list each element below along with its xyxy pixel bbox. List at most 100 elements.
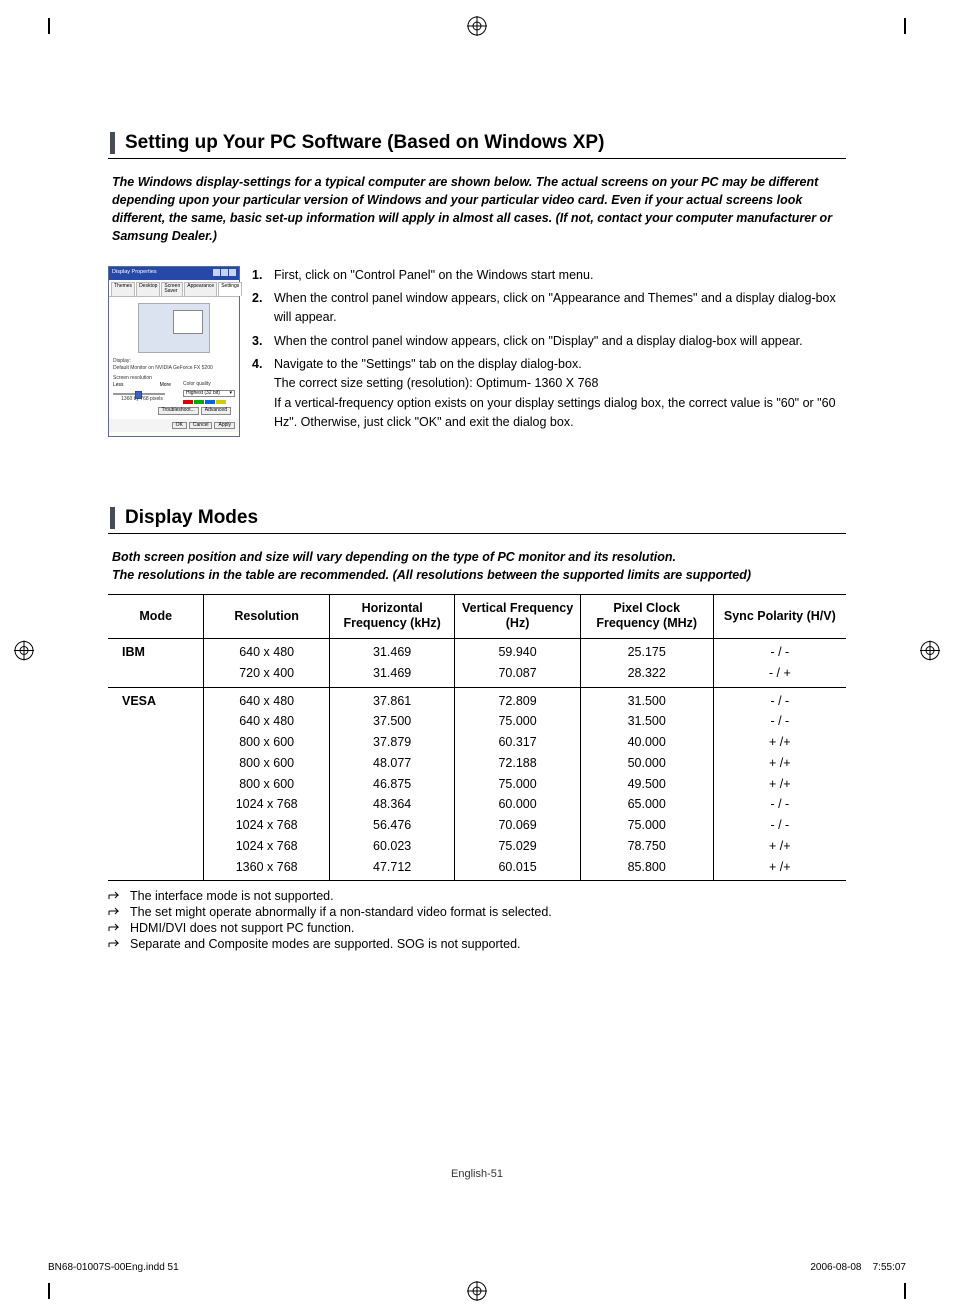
cell-vf: 70.087: [455, 663, 580, 687]
table-row: 640 x 48037.50075.00031.500- / -: [108, 711, 846, 732]
section-divider: [108, 533, 846, 534]
cell-sp: - / -: [713, 815, 846, 836]
arrow-icon: [108, 891, 130, 901]
heading-bar-icon: [110, 132, 115, 154]
tab-screensaver: Screen Saver: [161, 282, 183, 296]
cell-mode: [108, 753, 204, 774]
cell-pc: 50.000: [580, 753, 713, 774]
step-text: The correct size setting (resolution): O…: [274, 374, 846, 393]
ok-button: OK: [172, 422, 187, 430]
footer-time: 7:55:07: [873, 1262, 906, 1273]
registration-mark-icon: [14, 640, 34, 665]
th-hfreq: Horizontal Frequency (kHz): [329, 594, 454, 638]
section-intro: Both screen position and size will vary …: [112, 548, 846, 584]
step-text: When the control panel window appears, c…: [274, 289, 846, 328]
cell-mode: [108, 711, 204, 732]
cell-vf: 72.809: [455, 687, 580, 711]
cell-hf: 48.077: [329, 753, 454, 774]
cell-res: 800 x 600: [204, 774, 329, 795]
cell-vf: 72.188: [455, 753, 580, 774]
cell-sp: + /+: [713, 857, 846, 881]
troubleshoot-button: Troubleshoot...: [158, 407, 199, 415]
cell-sp: - / +: [713, 663, 846, 687]
cell-res: 640 x 480: [204, 711, 329, 732]
cell-pc: 85.800: [580, 857, 713, 881]
cell-mode: [108, 663, 204, 687]
step-number: 1.: [252, 266, 274, 285]
cell-mode: [108, 815, 204, 836]
table-row: 1024 x 76848.36460.00065.000- / -: [108, 794, 846, 815]
display-properties-dialog: Display Properties Themes Desktop Screen…: [108, 266, 240, 437]
cell-sp: - / -: [713, 711, 846, 732]
cell-hf: 48.364: [329, 794, 454, 815]
cell-hf: 37.500: [329, 711, 454, 732]
cell-pc: 31.500: [580, 711, 713, 732]
setup-steps: 1.First, click on "Control Panel" on the…: [252, 266, 846, 437]
cell-mode: [108, 794, 204, 815]
cell-sp: + /+: [713, 836, 846, 857]
cell-res: 640 x 480: [204, 687, 329, 711]
display-modes-table: Mode Resolution Horizontal Frequency (kH…: [108, 594, 846, 882]
cell-res: 720 x 400: [204, 663, 329, 687]
print-footer: BN68-01007S-00Eng.indd 51 2006-08-08 7:5…: [48, 1262, 906, 1273]
cell-pc: 78.750: [580, 836, 713, 857]
cell-pc: 31.500: [580, 687, 713, 711]
cell-pc: 49.500: [580, 774, 713, 795]
section-intro: The Windows display-settings for a typic…: [112, 173, 846, 246]
display-value: Default Monitor on NVIDIA GeForce FX 520…: [113, 366, 235, 372]
step-text: If a vertical-frequency option exists on…: [274, 394, 846, 433]
arrow-icon: [108, 923, 130, 933]
tab-appearance: Appearance: [184, 282, 217, 296]
monitor-preview-icon: [138, 303, 210, 353]
th-pclock: Pixel Clock Frequency (MHz): [580, 594, 713, 638]
th-sync: Sync Polarity (H/V): [713, 594, 846, 638]
cell-sp: + /+: [713, 753, 846, 774]
cell-mode: [108, 774, 204, 795]
step-number: 2.: [252, 289, 274, 328]
cell-pc: 25.175: [580, 639, 713, 663]
cell-hf: 37.879: [329, 732, 454, 753]
cell-hf: 46.875: [329, 774, 454, 795]
crop-mark: [904, 18, 906, 34]
table-row: VESA640 x 48037.86172.80931.500- / -: [108, 687, 846, 711]
cell-res: 1024 x 768: [204, 815, 329, 836]
cell-mode: [108, 836, 204, 857]
cell-mode: [108, 732, 204, 753]
cell-pc: 75.000: [580, 815, 713, 836]
cell-vf: 75.029: [455, 836, 580, 857]
crop-mark: [48, 18, 50, 34]
cell-vf: 70.069: [455, 815, 580, 836]
cell-hf: 31.469: [329, 639, 454, 663]
table-row: 800 x 60037.87960.31740.000+ /+: [108, 732, 846, 753]
window-buttons: [212, 269, 236, 278]
note-item: The set might operate abnormally if a no…: [108, 905, 846, 919]
cancel-button: Cancel: [189, 422, 213, 430]
cell-res: 640 x 480: [204, 639, 329, 663]
display-label: Display:: [113, 359, 235, 365]
footer-date: 2006-08-08: [810, 1262, 861, 1273]
dialog-title: Display Properties: [112, 269, 157, 278]
cell-vf: 75.000: [455, 774, 580, 795]
advanced-button: Advanced: [201, 407, 231, 415]
quality-label: Color quality: [183, 382, 235, 388]
note-text: The set might operate abnormally if a no…: [130, 905, 552, 919]
note-text: HDMI/DVI does not support PC function.: [130, 921, 354, 935]
cell-vf: 60.317: [455, 732, 580, 753]
step-number: 3.: [252, 332, 274, 351]
cell-res: 1024 x 768: [204, 794, 329, 815]
note-text: The interface mode is not supported.: [130, 889, 334, 903]
res-value: 1360 by 768 pixels: [113, 397, 171, 403]
page-number: English-51: [0, 1168, 954, 1180]
cell-mode: VESA: [108, 687, 204, 711]
table-row: 800 x 60046.87575.00049.500+ /+: [108, 774, 846, 795]
heading-bar-icon: [110, 507, 115, 529]
cell-mode: [108, 857, 204, 881]
slider-icon: [113, 393, 165, 395]
tab-themes: Themes: [111, 282, 135, 296]
registration-mark-icon: [920, 640, 940, 665]
note-text: Separate and Composite modes are support…: [130, 937, 521, 951]
resolution-label: Screen resolution: [113, 376, 171, 382]
cell-hf: 31.469: [329, 663, 454, 687]
table-row: 1360 x 76847.71260.01585.800+ /+: [108, 857, 846, 881]
cell-res: 800 x 600: [204, 732, 329, 753]
